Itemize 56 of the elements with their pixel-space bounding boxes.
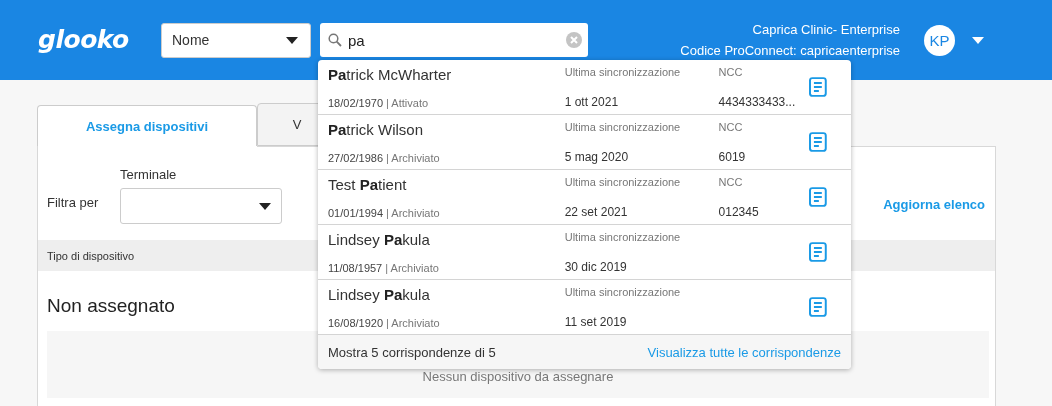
birth-date: 11/08/1957 xyxy=(328,261,383,274)
match-count: Mostra 5 corrispondenze di 5 xyxy=(328,344,496,360)
document-icon[interactable] xyxy=(809,297,827,317)
logo: glooko xyxy=(38,24,130,54)
birth-date: 01/01/1994 xyxy=(328,206,384,219)
sync-label: Ultima sincronizzazione xyxy=(564,230,682,243)
result-item[interactable]: Patrick McWharter 18/02/1970 | Attivato Ultima sincronizzazione 1 ott 2021 NCC 4434333433... xyxy=(318,60,851,115)
ncc-value: 012345 xyxy=(718,204,760,219)
filter-label: Filtra per xyxy=(47,195,100,210)
search-field[interactable]: pa xyxy=(320,23,588,57)
sync-label: Ultima sincronizzazione xyxy=(564,120,682,133)
sync-date: 30 dic 2019 xyxy=(564,259,628,274)
search-by-select[interactable]: Nome xyxy=(161,22,311,58)
section-title: Non assegnato xyxy=(47,295,175,317)
patient-status: | Archiviato xyxy=(386,206,440,219)
clear-icon[interactable] xyxy=(566,32,582,48)
field-label: Terminale xyxy=(120,167,178,182)
patient-name: Lindsey Pakula xyxy=(328,230,431,248)
ncc-label: NCC xyxy=(718,175,744,188)
proconnect-code: Codice ProConnect: capricaenterprise xyxy=(680,43,900,58)
sync-label: Ultima sincronizzazione xyxy=(564,285,682,298)
caret-icon xyxy=(259,202,271,210)
result-item[interactable]: Patrick Wilson 27/02/1986 | Archiviato Ultima sincronizzazione 5 mag 2020 NCC 6019 xyxy=(318,115,851,170)
caret-icon xyxy=(286,36,298,44)
ncc-value: 6019 xyxy=(718,149,747,164)
sync-date: 11 set 2019 xyxy=(564,314,628,329)
document-icon[interactable] xyxy=(809,77,827,97)
terminal-select[interactable] xyxy=(120,188,282,224)
ncc-label: NCC xyxy=(718,120,744,133)
birth-date: 27/02/1986 xyxy=(328,151,384,164)
avatar[interactable]: KP xyxy=(924,24,955,56)
result-item[interactable]: Lindsey Pakula 11/08/1957 | Archiviato Ultima sincronizzazione 30 dic 2019 xyxy=(318,225,851,280)
patient-name: Test Patient xyxy=(328,175,408,193)
document-icon[interactable] xyxy=(809,242,827,262)
patient-status: | Attivato xyxy=(386,96,429,109)
empty-message: Nessun dispositivo da assegnare xyxy=(422,369,614,384)
result-item[interactable]: Test Patient 01/01/1994 | Archiviato Ultima sincronizzazione 22 set 2021 NCC 012345 xyxy=(318,170,851,225)
birth-date: 16/08/1920 xyxy=(328,316,384,329)
sync-date: 22 set 2021 xyxy=(564,204,629,219)
sync-label: Ultima sincronizzazione xyxy=(564,175,682,188)
column-header: Tipo di dispositivo xyxy=(47,249,135,262)
ncc-label: NCC xyxy=(718,65,744,78)
patient-status: | Archiviato xyxy=(386,151,440,164)
patient-name: Lindsey Pakula xyxy=(328,285,431,303)
search-icon xyxy=(328,33,342,47)
patient-name: Patrick McWharter xyxy=(328,65,453,83)
document-icon[interactable] xyxy=(809,132,827,152)
ncc-value: 4434333433... xyxy=(718,94,797,109)
patient-status: | Archiviato xyxy=(386,316,440,329)
sync-label: Ultima sincronizzazione xyxy=(564,65,682,78)
sync-date: 5 mag 2020 xyxy=(564,149,630,164)
patient-status: | Archiviato xyxy=(385,261,439,274)
clinic-name: Caprica Clinic- Enterprise xyxy=(752,22,900,37)
document-icon[interactable] xyxy=(809,187,827,207)
caret-icon[interactable] xyxy=(972,36,984,44)
sync-date: 1 ott 2021 xyxy=(564,94,620,109)
